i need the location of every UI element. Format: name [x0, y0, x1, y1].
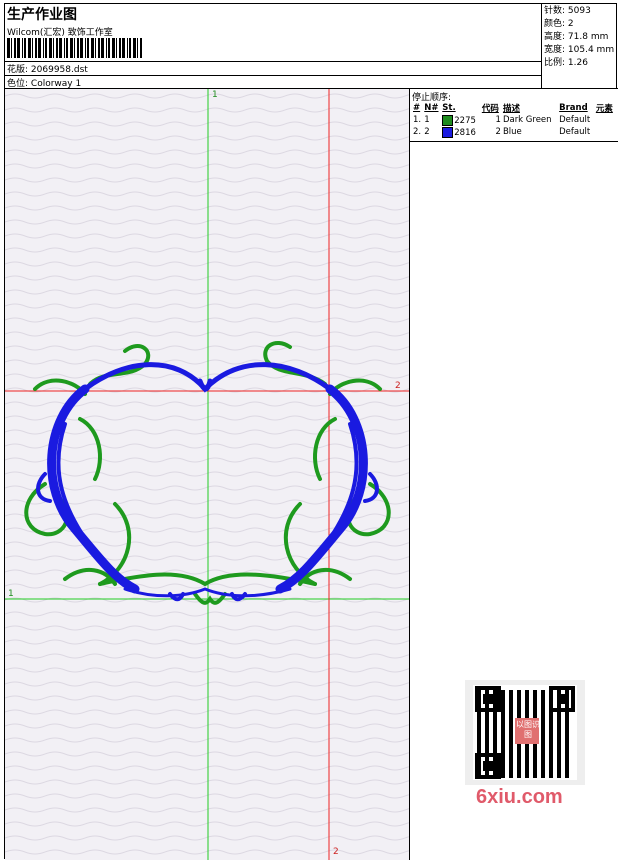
design-file-name: 2069958.dst [30, 65, 88, 75]
table-row[interactable]: 2. 2 2816 2 Blue Default [412, 126, 616, 138]
stop-sequence-table: # N# St. 代码 描述 Brand 元素 1. 1 2275 1 Dark… [412, 102, 616, 138]
design-preview-canvas[interactable]: 1 1 2 2 [5, 89, 410, 860]
page-title: 生产作业图 [7, 7, 77, 23]
stat-width: 宽度: 105.4 mm [544, 45, 615, 55]
stat-scale: 比例: 1.26 [544, 58, 588, 68]
studio-name: Wilcom(汇宏) 致饰工作室 [7, 28, 113, 38]
colorway-value: Colorway 1 [30, 79, 82, 89]
barcode-image [7, 38, 142, 58]
stats-box: 针数: 5093 颜色: 2 高度: 71.8 mm 宽度: 105.4 mm … [542, 4, 618, 89]
header-info: 生产作业图 Wilcom(汇宏) 致饰工作室 花版: 2069958.dst 色… [5, 4, 542, 89]
stat-colors: 颜色: 2 [544, 19, 574, 29]
design-preview-svg [5, 89, 409, 860]
panel-divider [410, 141, 618, 142]
stat-height: 高度: 71.8 mm [544, 32, 609, 42]
colorway-row: 色位: Colorway 1 [7, 76, 81, 89]
stat-stitches: 针数: 5093 [544, 6, 591, 16]
table-row[interactable]: 1. 1 2275 1 Dark Green Default [412, 114, 616, 126]
red-horizontal-label: 2 [395, 381, 401, 391]
table-header-row: # N# St. 代码 描述 Brand 元素 [413, 103, 613, 114]
red-vertical-label: 2 [333, 847, 339, 857]
header-divider-2 [5, 75, 542, 76]
design-file-label: 花版: [7, 65, 29, 75]
watermark-logo: 6xiu.com [476, 786, 563, 808]
green-vertical-label: 1 [212, 90, 218, 100]
color-swatch-green [442, 114, 454, 126]
design-file-row: 花版: 2069958.dst [7, 62, 88, 75]
qr-badge: 以图识图 [516, 720, 540, 739]
green-horizontal-label: 1 [8, 589, 14, 599]
color-swatch-blue [442, 126, 454, 138]
colorway-label: 色位: [7, 79, 29, 89]
